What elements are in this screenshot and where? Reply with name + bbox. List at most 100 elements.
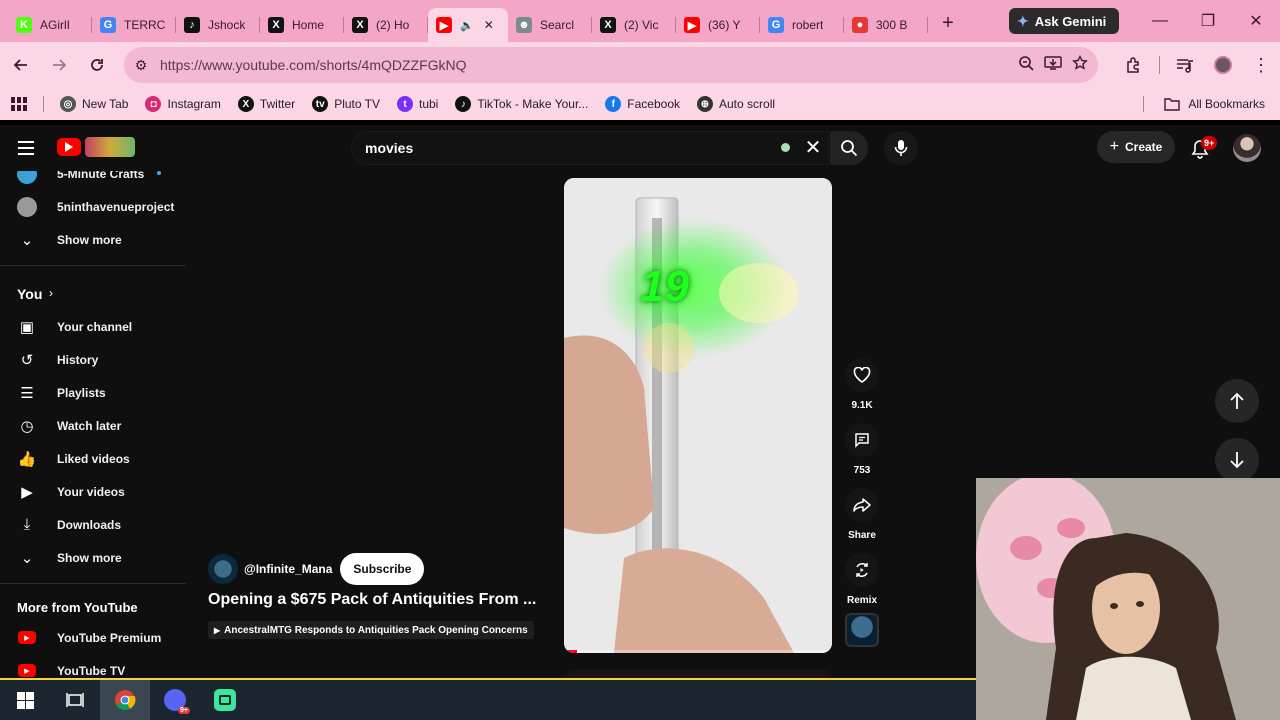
close-window-button[interactable]: ✕ (1232, 0, 1280, 42)
address-bar[interactable]: ⚙ https://www.youtube.com/shorts/4mQDZZF… (124, 47, 1098, 83)
sidebar-item[interactable]: ⤓ Downloads (0, 508, 186, 541)
browser-tab[interactable]: X (2) Ho (344, 8, 428, 42)
voice-search-button[interactable] (884, 131, 918, 165)
sidebar-item[interactable]: ↺ History (0, 343, 186, 376)
all-bookmarks-button[interactable]: All Bookmarks (1164, 88, 1265, 120)
subscription-item[interactable]: 5ninthavenueproject (0, 190, 186, 223)
zoom-icon[interactable] (1018, 55, 1034, 75)
task-view-icon[interactable] (50, 680, 100, 720)
shorts-video-player[interactable]: 19 (564, 178, 832, 653)
sidebar-item[interactable]: ☰ Playlists (0, 376, 186, 409)
bookmark-item[interactable]: X Twitter (237, 96, 295, 112)
browser-tab[interactable]: ♪ Jshock (176, 8, 260, 42)
bookmark-item[interactable]: ◎ New Tab (60, 96, 128, 112)
extensions-button[interactable] (1115, 46, 1153, 84)
guide-sidebar: 5-Minute Crafts 5ninthavenueproject ⌄ Sh… (0, 171, 186, 678)
apps-grid-icon[interactable] (11, 97, 29, 111)
next-short-button[interactable] (1215, 438, 1259, 482)
show-more-you[interactable]: ⌄ Show more (0, 541, 186, 574)
sound-thumbnail[interactable] (845, 613, 879, 647)
ask-gemini-button[interactable]: ✦ Ask Gemini (1009, 8, 1119, 34)
sidebar-item[interactable]: ▶ YouTube Premium (0, 621, 186, 654)
browser-tab[interactable]: ● 300 B (844, 8, 928, 42)
forward-button[interactable] (40, 46, 78, 84)
like-button[interactable]: 9.1K (844, 358, 880, 411)
chrome-icon[interactable] (100, 680, 150, 720)
your-channel-icon: ▣ (19, 318, 35, 336)
chrome-menu-button[interactable]: ⋮ (1242, 46, 1280, 84)
bookmark-item[interactable]: tv Pluto TV (312, 96, 380, 112)
search-query[interactable]: movies (365, 140, 413, 156)
next-short-preview[interactable] (564, 669, 832, 678)
youtube-doodle[interactable] (85, 137, 135, 157)
instagram-icon: ◘ (145, 96, 162, 112)
channel-handle[interactable]: @Infinite_Mana (244, 562, 332, 576)
chevron-right-icon: › (49, 285, 53, 300)
profile-avatar (1214, 56, 1232, 74)
channel-row: @Infinite_Mana Subscribe (208, 553, 425, 585)
browser-tab[interactable]: X Home (260, 8, 344, 42)
windows-start-icon[interactable] (0, 680, 50, 720)
close-tab-icon[interactable]: ✕ (484, 18, 494, 32)
audio-playing-icon[interactable]: 🔈 (460, 19, 474, 32)
discord-icon[interactable]: 9+ (150, 680, 200, 720)
sidebar-item-label: YouTube TV (57, 663, 126, 678)
bookmark-item[interactable]: ⊕ Auto scroll (697, 96, 775, 112)
create-button[interactable]: + Create (1097, 131, 1175, 163)
chevron-down-icon: ⌄ (20, 231, 34, 249)
reload-button[interactable] (78, 46, 116, 84)
like-count: 9.1K (851, 400, 873, 411)
browser-tab[interactable]: ▶ (36) Y (676, 8, 760, 42)
browser-tab[interactable]: K AGirlI (8, 8, 92, 42)
restore-button[interactable]: ❐ (1184, 0, 1232, 42)
show-more-subscriptions[interactable]: ⌄ Show more (0, 223, 186, 256)
subscribe-button[interactable]: Subscribe (340, 553, 425, 585)
sidebar-item-label: History (57, 352, 99, 367)
previous-short-button[interactable] (1215, 379, 1259, 423)
url-text[interactable]: https://www.youtube.com/shorts/4mQDZZFGk… (160, 57, 467, 73)
sidebar-item[interactable]: 👍 Liked videos (0, 442, 186, 475)
comments-button[interactable]: 753 (844, 423, 880, 476)
sidebar-item[interactable]: ▣ Your channel (0, 310, 186, 343)
tab-title: TERRC (124, 18, 166, 32)
share-button[interactable]: Share (844, 488, 880, 541)
bookmark-star-icon[interactable] (1072, 54, 1088, 75)
guide-menu-button[interactable] (14, 136, 38, 160)
subscription-item[interactable]: 5-Minute Crafts (0, 171, 186, 190)
profile-button[interactable] (1204, 46, 1242, 84)
browser-tab[interactable]: X (2) Vic (592, 8, 676, 42)
account-avatar[interactable] (1233, 134, 1261, 162)
minimize-button[interactable]: — (1136, 0, 1184, 42)
streaming-app-icon[interactable] (200, 680, 250, 720)
browser-tab[interactable]: ☻ Searcl (508, 8, 592, 42)
install-app-icon[interactable] (1044, 55, 1062, 75)
bookmark-item[interactable]: t tubi (397, 96, 438, 112)
search-input[interactable]: movies (351, 131, 829, 165)
back-arrow-icon (13, 59, 27, 71)
site-info-icon[interactable]: ⚙ (124, 57, 158, 74)
related-video-link[interactable]: ▶ AncestralMTG Responds to Antiquities P… (208, 621, 534, 639)
search-button[interactable] (830, 131, 868, 165)
you-section-header[interactable]: You › (0, 276, 186, 309)
youtube-logo[interactable] (57, 138, 81, 156)
bookmark-item[interactable]: ♪ TikTok - Make Your... (455, 96, 588, 112)
browser-tab[interactable]: G TERRC (92, 8, 176, 42)
sidebar-item[interactable]: ▶ YouTube TV (0, 654, 186, 678)
sidebar-item-label: Liked videos (57, 451, 130, 466)
heart-icon (853, 367, 871, 383)
back-button[interactable] (2, 46, 40, 84)
new-tab-button[interactable]: + (934, 9, 962, 37)
tab-active[interactable]: ▶ 🔈 ✕ (428, 8, 508, 42)
remix-button[interactable]: Remix (844, 553, 880, 606)
browser-tab[interactable]: Grobert (760, 8, 844, 42)
bookmark-item[interactable]: ◘ Instagram (145, 96, 221, 112)
channel-avatar[interactable] (208, 554, 238, 584)
search-icon (841, 140, 858, 157)
sidebar-item[interactable]: ▶ Your videos (0, 475, 186, 508)
short-title[interactable]: Opening a $675 Pack of Antiquities From … (208, 591, 548, 609)
clear-search-button[interactable]: ✕ (800, 134, 826, 160)
video-progress-bar[interactable] (564, 650, 832, 653)
media-controls-button[interactable] (1166, 46, 1204, 84)
sidebar-item[interactable]: ◷ Watch later (0, 409, 186, 442)
bookmark-item[interactable]: f Facebook (605, 96, 680, 112)
